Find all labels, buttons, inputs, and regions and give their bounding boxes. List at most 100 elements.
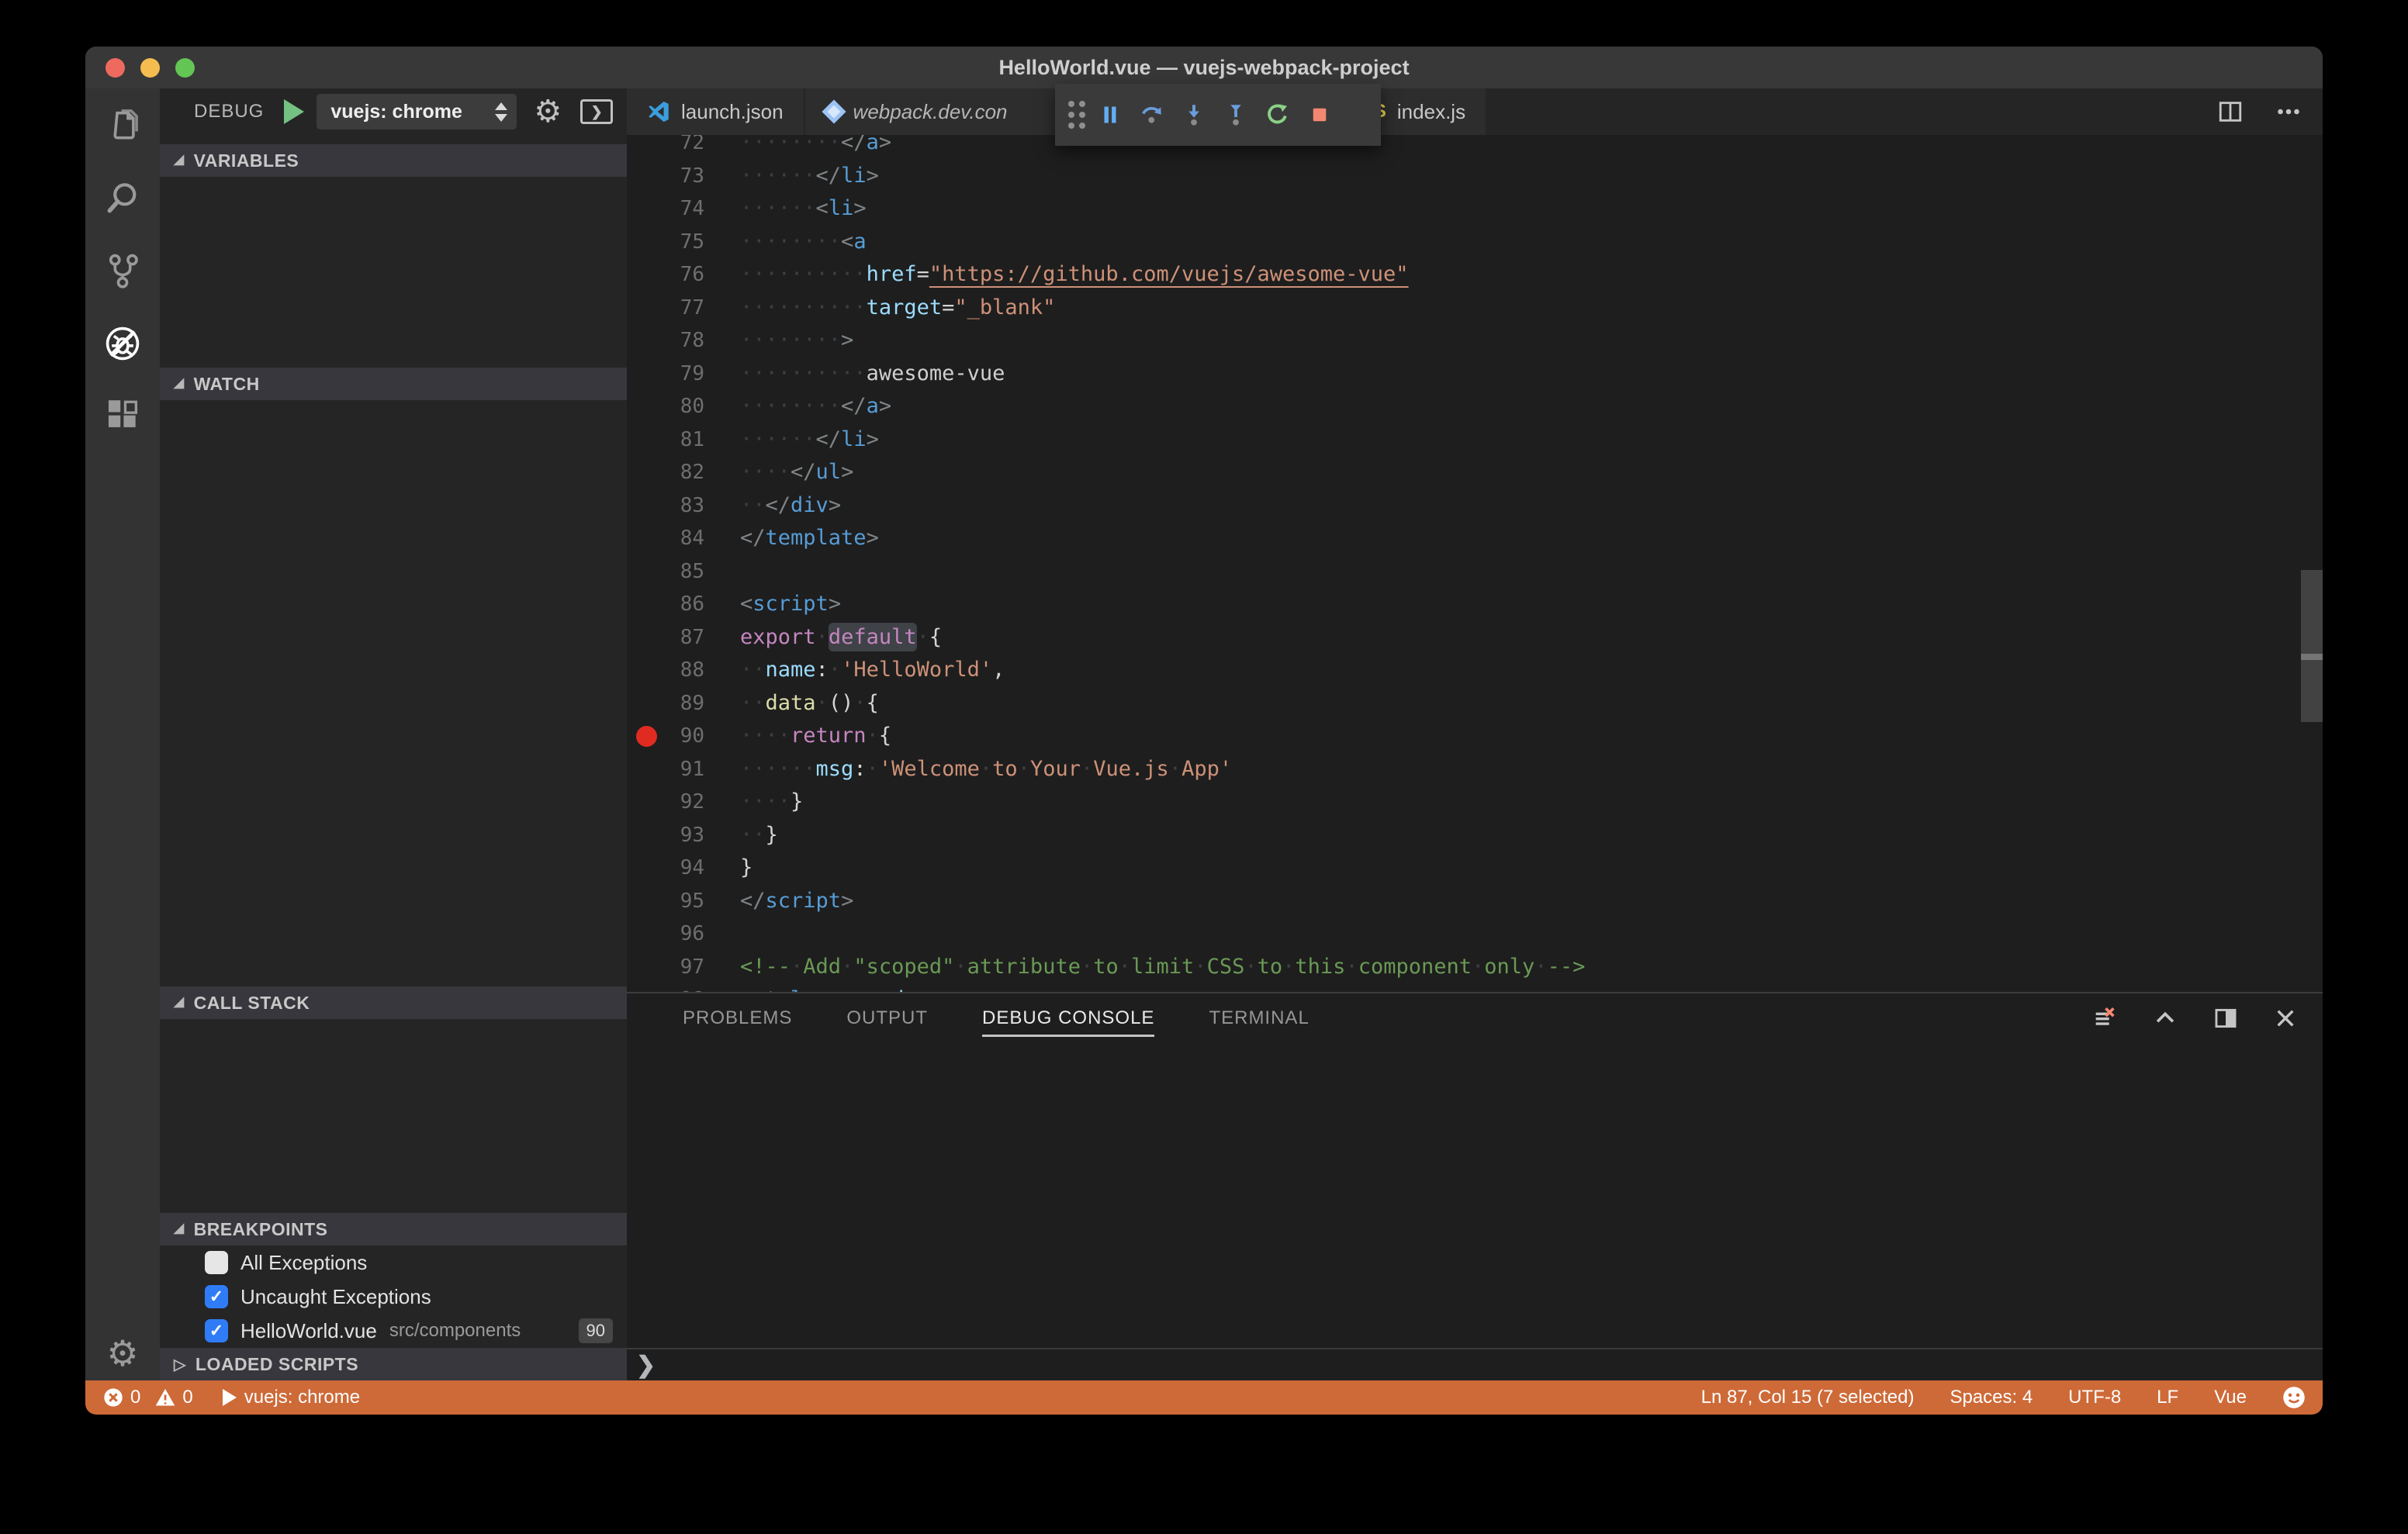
extensions-icon[interactable] [85,380,160,453]
code-line[interactable]: 90 ····return·{ [627,720,2301,753]
breakpoint-item[interactable]: ✓ HelloWorld.vue src/components 90 [160,1314,627,1348]
section-header-call-stack[interactable]: ◢ CALL STACK [160,986,627,1019]
code-line[interactable]: 78 ········> [627,324,2301,358]
maximize-panel-icon[interactable] [2152,1005,2178,1031]
clear-console-icon[interactable] [2091,1005,2118,1031]
restart-button[interactable] [1257,92,1299,138]
debug-console-input[interactable]: ❯ [627,1348,2323,1380]
explorer-icon[interactable] [85,88,160,161]
code-line[interactable]: 75 ········<a [627,226,2301,259]
line-number[interactable]: 74 [627,192,740,226]
line-number[interactable]: 95 [627,885,740,918]
breakpoint-item[interactable]: ✓ Uncaught Exceptions [160,1280,627,1314]
search-icon[interactable] [85,161,160,234]
step-over-button[interactable] [1131,92,1173,138]
split-panel-icon[interactable] [2213,1005,2239,1031]
tab-output[interactable]: OUTPUT [846,993,928,1043]
code-line[interactable]: 88 ··name:·'HelloWorld', [627,654,2301,687]
line-number[interactable]: 91 [627,753,740,786]
tab-terminal[interactable]: TERMINAL [1209,993,1309,1043]
line-number[interactable]: 83 [627,489,740,523]
language-mode[interactable]: Vue [2214,1387,2247,1408]
stop-button[interactable] [1299,92,1341,138]
checkbox-unchecked[interactable] [205,1251,228,1274]
debug-icon[interactable] [85,307,160,380]
code-line[interactable]: 74 ······<li> [627,192,2301,226]
line-number[interactable]: 94 [627,852,740,885]
indentation-setting[interactable]: Spaces: 4 [1950,1387,2033,1408]
problems-status[interactable]: 0 0 [102,1387,193,1408]
close-panel-icon[interactable] [2273,1006,2298,1031]
section-header-variables[interactable]: ◢ VARIABLES [160,144,627,177]
line-number[interactable]: 89 [627,687,740,720]
settings-gear-icon[interactable]: ⚙ [85,1335,160,1371]
line-number[interactable]: 76 [627,258,740,292]
section-header-breakpoints[interactable]: ◢ BREAKPOINTS [160,1213,627,1246]
open-debug-console-icon[interactable]: ❯ [580,99,614,124]
code-line[interactable]: 86 <script> [627,588,2301,621]
checkbox-checked[interactable]: ✓ [205,1285,228,1308]
code-line[interactable]: 95 </script> [627,885,2301,918]
line-number[interactable]: 81 [627,423,740,457]
line-number[interactable]: 86 [627,588,740,621]
line-number[interactable]: 97 [627,951,740,984]
start-debugging-button[interactable] [284,99,305,124]
tab-problems[interactable]: PROBLEMS [683,993,792,1043]
source-control-icon[interactable] [85,234,160,307]
pause-button[interactable] [1089,92,1131,138]
code-line[interactable]: 83 ··</div> [627,489,2301,523]
tab-debug-console[interactable]: DEBUG CONSOLE [982,993,1155,1043]
line-number[interactable]: 72 [627,135,740,160]
step-into-button[interactable] [1173,92,1215,138]
line-number[interactable]: 93 [627,819,740,852]
line-number[interactable]: 78 [627,324,740,358]
step-out-button[interactable] [1215,92,1257,138]
code-line[interactable]: 96 [627,917,2301,951]
code-line[interactable]: 73 ······</li> [627,160,2301,193]
tab-launch-json[interactable]: launch.json [627,88,805,135]
code-line[interactable]: 87 export·default·{ [627,621,2301,655]
line-number[interactable]: 85 [627,555,740,589]
configure-launch-gear-icon[interactable]: ⚙ [534,96,562,127]
eol-setting[interactable]: LF [2157,1387,2178,1408]
checkbox-checked[interactable]: ✓ [205,1319,228,1342]
code-line[interactable]: 93 ··} [627,819,2301,852]
line-number[interactable]: 77 [627,292,740,325]
encoding-setting[interactable]: UTF-8 [2068,1387,2121,1408]
code-line[interactable]: 79 ··········awesome-vue [627,358,2301,391]
code-line[interactable]: 97 <!--·Add·"scoped"·attribute·to·limit·C… [627,951,2301,984]
line-number[interactable]: 82 [627,456,740,489]
cursor-position[interactable]: Ln 87, Col 15 (7 selected) [1701,1387,1915,1408]
line-number[interactable]: 96 [627,917,740,951]
more-actions-icon[interactable] [2275,98,2302,126]
line-number[interactable]: 73 [627,160,740,193]
code-line[interactable]: 72 ········</a> [627,135,2301,160]
breakpoint-item[interactable]: All Exceptions [160,1246,627,1280]
code-line[interactable]: 80 ········</a> [627,390,2301,423]
code-line[interactable]: 98<style·scoped> [627,983,2301,992]
section-header-watch[interactable]: ◢ WATCH [160,368,627,400]
code-line[interactable]: 81 ······</li> [627,423,2301,457]
line-number[interactable]: 80 [627,390,740,423]
section-header-loaded-scripts[interactable]: ▷ LOADED SCRIPTS [160,1348,627,1380]
code-line[interactable]: 89 ··data·()·{ [627,687,2301,720]
code-line[interactable]: 77 ··········target="_blank" [627,292,2301,325]
line-number[interactable]: 84 [627,522,740,555]
toolbar-drag-handle-icon[interactable] [1064,92,1089,138]
code-line[interactable]: 82 ····</ul> [627,456,2301,489]
split-editor-icon[interactable] [2217,98,2244,125]
code-line[interactable]: 92 ····} [627,786,2301,819]
feedback-smiley-icon[interactable] [2282,1386,2306,1409]
debug-configuration-select[interactable]: vuejs: chrome [317,94,517,130]
code-editor[interactable]: 72 ········</a> 73 ······</li> 74 ······<li> 7… [627,135,2323,992]
line-number[interactable]: 98 [627,983,740,992]
line-number[interactable]: 92 [627,786,740,819]
active-debug-session[interactable]: vuejs: chrome [222,1387,360,1408]
line-number[interactable]: 88 [627,654,740,687]
line-number[interactable]: 75 [627,226,740,259]
scrollbar-thumb[interactable] [2301,570,2323,722]
breakpoint-gutter[interactable]: 90 [627,720,740,753]
code-line[interactable]: 91 ······msg:·'Welcome·to·Your·Vue.js·App… [627,753,2301,786]
code-line[interactable]: 85 [627,555,2301,589]
code-line[interactable]: 84 </template> [627,522,2301,555]
